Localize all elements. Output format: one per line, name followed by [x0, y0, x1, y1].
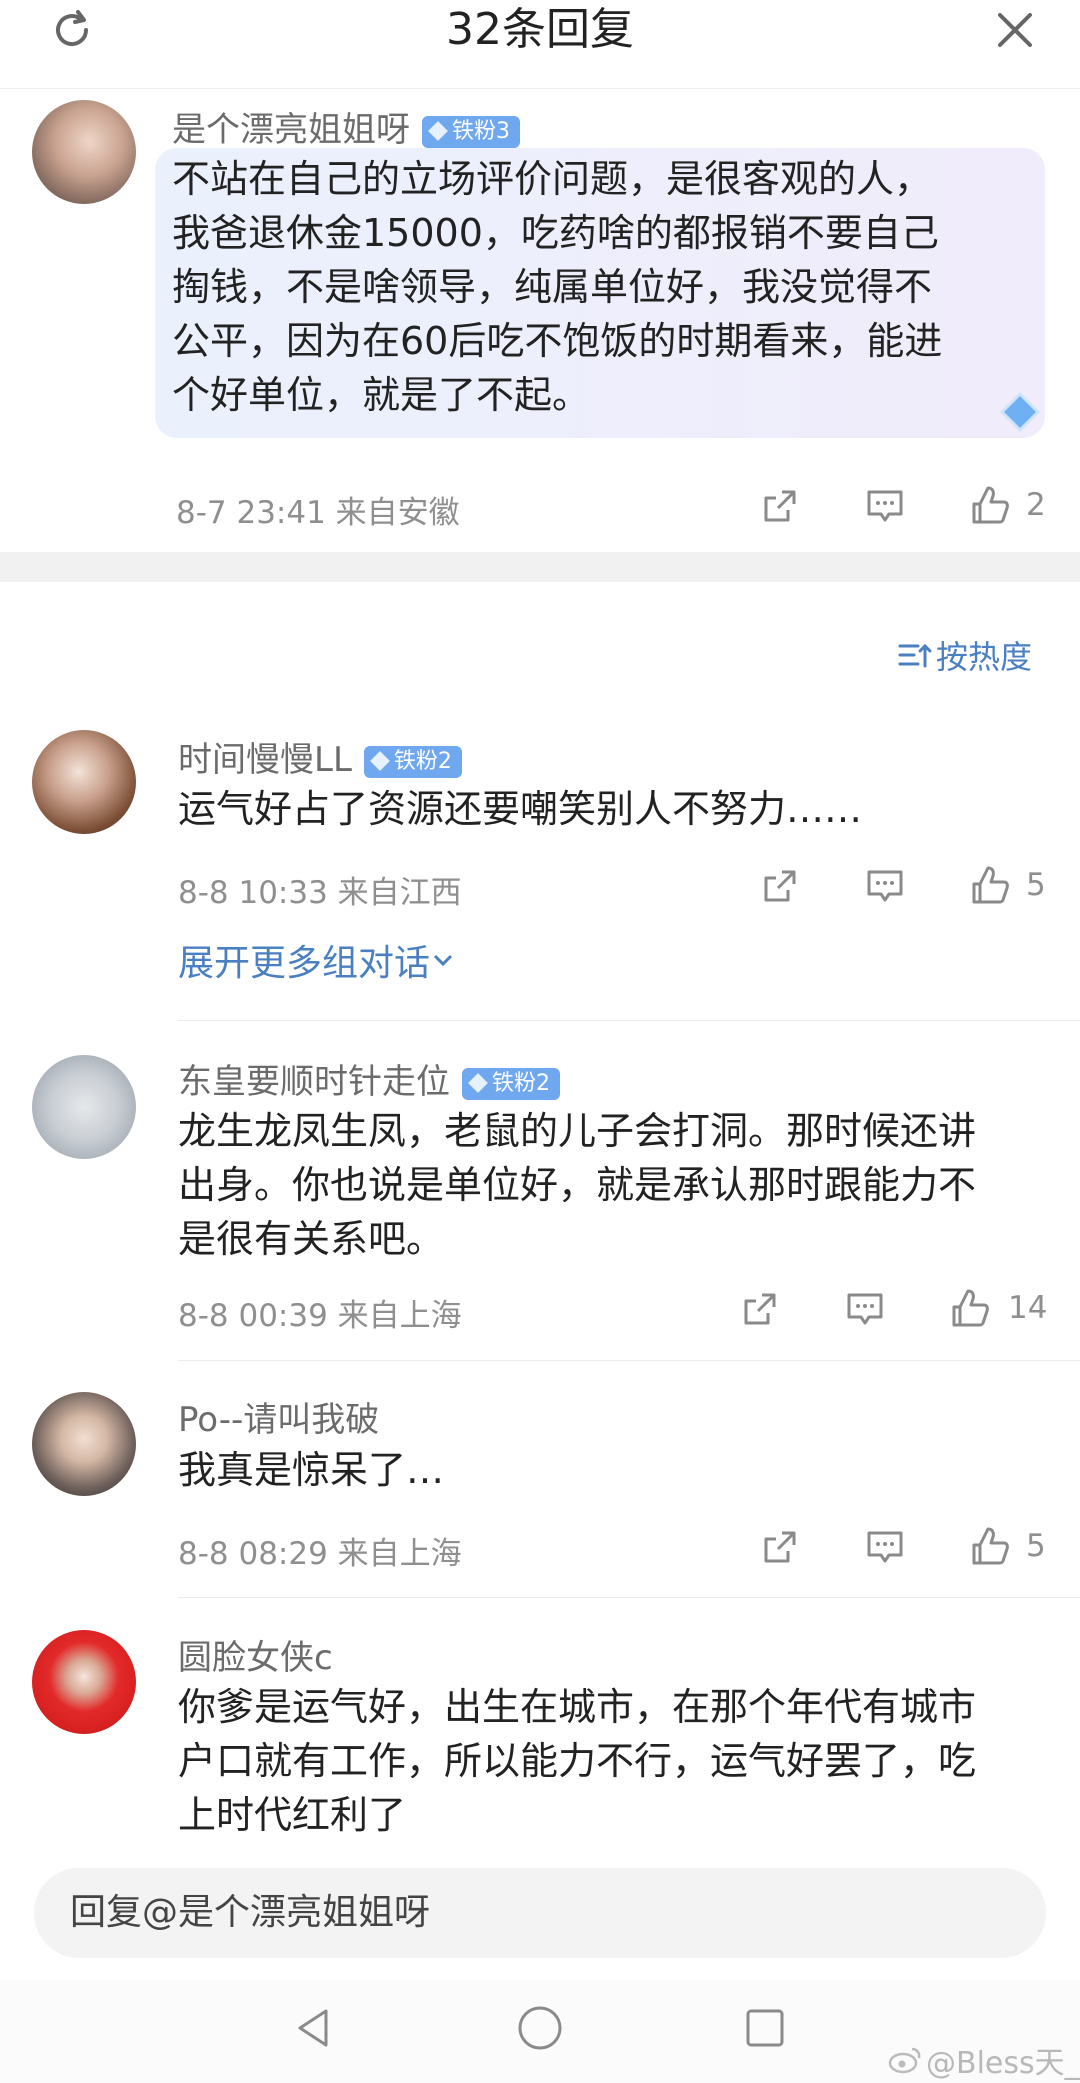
home-nav-icon[interactable] — [515, 2003, 565, 2053]
comment-icon[interactable] — [835, 1284, 895, 1334]
username[interactable]: Po--请叫我破 — [178, 1392, 379, 1441]
weibo-logo-icon — [888, 2047, 921, 2074]
text-line: 龙生龙凤生凤，老鼠的儿子会打洞。那时候还讲 — [178, 1109, 977, 1153]
divider — [178, 1020, 1080, 1021]
username[interactable]: 圆脸女侠c — [178, 1630, 333, 1679]
comment-text: 我真是惊呆了… — [178, 1443, 444, 1497]
fan-badge: 铁粉2 — [363, 745, 462, 778]
username[interactable]: 时间慢慢LL — [178, 740, 352, 780]
fan-badge: 铁粉2 — [462, 1067, 560, 1100]
expand-label: 展开更多组对话 — [178, 943, 431, 984]
recent-apps-nav-icon[interactable] — [740, 2003, 790, 2053]
fan-badge: 铁粉3 — [422, 115, 520, 148]
page-title: 32条回复 — [446, 4, 634, 55]
sort-button[interactable]: 按热度 — [898, 632, 1032, 678]
username[interactable]: 东皇要顺时针走位 — [178, 1062, 450, 1102]
comment-meta: 8-8 00:39 来自上海 — [178, 1298, 462, 1334]
like-icon[interactable] — [960, 861, 1020, 911]
share-icon[interactable] — [750, 1522, 810, 1572]
section-divider — [0, 552, 1080, 582]
sort-label: 按热度 — [936, 638, 1033, 676]
text-line: 你爹是运气好，出生在城市，在那个年代有城市 — [178, 1685, 977, 1729]
text-line: 户口就有工作，所以能力不行，运气好罢了，吃 — [178, 1739, 977, 1783]
comment-header: 是个漂亮姐姐呀 铁粉3 — [172, 102, 520, 151]
text-line: 出身。你也说是单位好，就是承认那时跟能力不 — [178, 1163, 977, 1207]
like-icon[interactable] — [940, 1284, 1000, 1334]
header-bar: 32条回复 — [0, 0, 1080, 89]
comment-text: 运气好占了资源还要嘲笑别人不努力…… — [178, 782, 862, 836]
expand-link[interactable]: 展开更多组对话 — [178, 934, 456, 986]
share-icon[interactable] — [730, 1284, 790, 1334]
like-count: 5 — [1026, 867, 1046, 903]
comment-header: 时间慢慢LL 铁粉2 — [178, 732, 462, 781]
reply-placeholder: 回复@是个漂亮姐姐呀 — [70, 1892, 431, 1933]
text-line: 掏钱，不是啥领导，纯属单位好，我没觉得不 — [172, 265, 933, 309]
watermark-text: @Bless天_ — [926, 2046, 1080, 2081]
text-line: 运气好占了资源还要嘲笑别人不努力…… — [178, 787, 863, 831]
like-count: 5 — [1026, 1528, 1046, 1564]
text-line: 我爸退休金15000，吃药啥的都报销不要自己 — [172, 211, 939, 255]
comment-icon[interactable] — [855, 861, 915, 911]
watermark: @Bless天_ — [888, 2038, 1080, 2082]
avatar[interactable] — [32, 1392, 136, 1496]
comment-text: 龙生龙凤生凤，老鼠的儿子会打洞。那时候还讲 出身。你也说是单位好，就是承认那时跟… — [178, 1104, 1048, 1266]
like-icon[interactable] — [960, 1522, 1020, 1572]
comment-icon[interactable] — [855, 481, 915, 531]
text-line: 公平，因为在60后吃不饱饭的时期看来，能进 — [172, 319, 943, 363]
like-icon[interactable] — [960, 481, 1020, 531]
text-line: 是很有关系吧。 — [178, 1217, 445, 1261]
comment-icon[interactable] — [855, 1522, 915, 1572]
close-icon[interactable] — [975, 0, 1055, 60]
sort-icon — [898, 643, 932, 668]
comment-meta: 8-7 23:41 来自安徽 — [176, 495, 460, 531]
comment-meta: 8-8 08:29 来自上海 — [178, 1536, 462, 1572]
text-line: 不站在自己的立场评价问题，是很客观的人， — [172, 157, 933, 201]
avatar[interactable] — [32, 100, 136, 204]
back-nav-icon[interactable] — [290, 2003, 340, 2053]
username[interactable]: 是个漂亮姐姐呀 — [172, 110, 410, 150]
comment-meta: 8-8 10:33 来自江西 — [178, 875, 462, 911]
text-line: 我真是惊呆了… — [178, 1448, 445, 1492]
avatar[interactable] — [32, 730, 136, 834]
avatar[interactable] — [32, 1630, 136, 1734]
comment-header: 东皇要顺时针走位 铁粉2 — [178, 1054, 560, 1103]
avatar[interactable] — [32, 1055, 136, 1159]
divider — [178, 1360, 1080, 1361]
comment-text: 不站在自己的立场评价问题，是很客观的人， 我爸退休金15000，吃药啥的都报销不… — [172, 152, 1032, 422]
text-line: 个好单位，就是了不起。 — [172, 373, 591, 417]
text-line: 上时代红利了 — [178, 1793, 407, 1837]
share-icon[interactable] — [750, 481, 810, 531]
chevron-down-icon — [433, 954, 453, 967]
like-count: 14 — [1008, 1290, 1048, 1326]
comment-text: 你爹是运气好，出生在城市，在那个年代有城市 户口就有工作，所以能力不行，运气好罢… — [178, 1680, 1048, 1842]
share-icon[interactable] — [750, 861, 810, 911]
like-count: 2 — [1026, 487, 1046, 523]
divider — [178, 1597, 1080, 1598]
